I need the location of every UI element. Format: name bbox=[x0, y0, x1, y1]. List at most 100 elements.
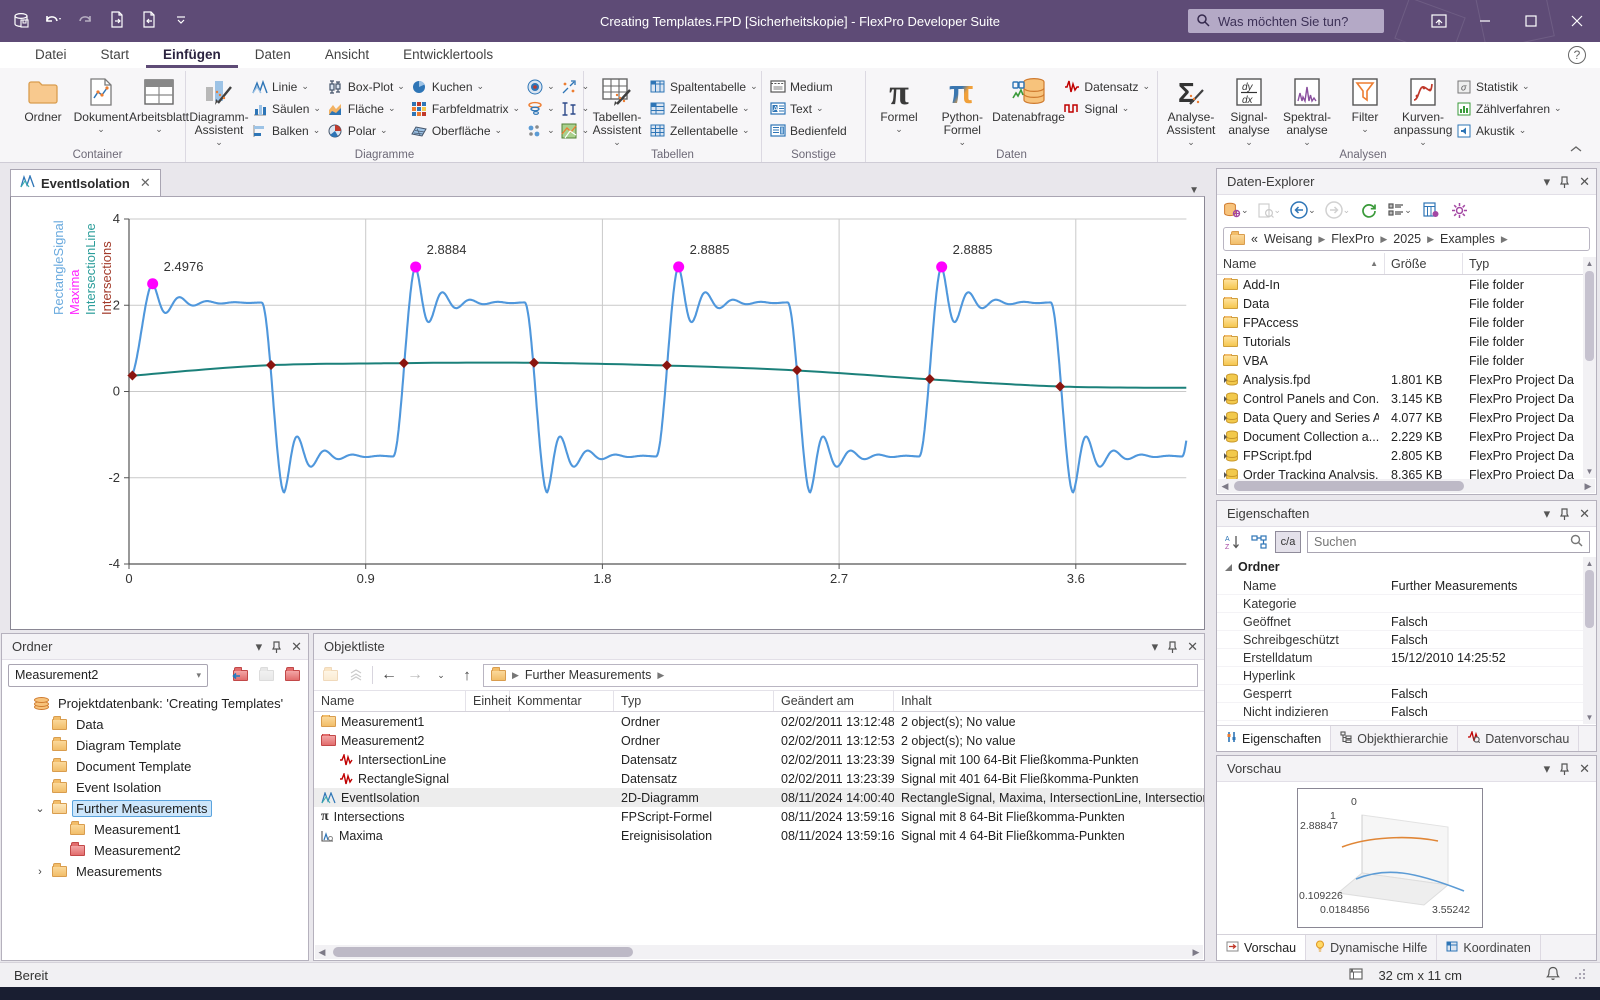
property-row[interactable]: Kategorie bbox=[1217, 595, 1583, 613]
property-row[interactable]: Gesperrt Falsch bbox=[1217, 685, 1583, 703]
expand-all-button[interactable] bbox=[346, 664, 366, 686]
property-row[interactable]: Geöffnet Falsch bbox=[1217, 613, 1583, 631]
tab-list-dropdown-icon[interactable]: ▼ bbox=[1189, 185, 1205, 196]
property-value[interactable]: 15/12/2010 14:25:52 bbox=[1391, 651, 1583, 665]
linie-button[interactable]: Linie ⌄ bbox=[248, 76, 324, 97]
flaeche-button[interactable]: Fläche ⌄ bbox=[324, 98, 408, 119]
property-search[interactable] bbox=[1307, 531, 1590, 553]
tab-datei[interactable]: Datei bbox=[18, 42, 84, 68]
panel-menu-icon[interactable]: ▾ bbox=[1544, 506, 1551, 522]
close-icon[interactable]: ✕ bbox=[1579, 761, 1590, 777]
resize-grip[interactable] bbox=[1574, 968, 1586, 983]
forward-button[interactable]: → bbox=[405, 664, 425, 686]
forward-circle-button[interactable]: ⌄ bbox=[1324, 199, 1350, 221]
tab-daten[interactable]: Daten bbox=[238, 42, 308, 68]
gear-icon[interactable] bbox=[1450, 199, 1470, 221]
tree-item[interactable]: Data bbox=[8, 714, 308, 735]
close-tab-icon[interactable]: ✕ bbox=[136, 175, 151, 191]
breadcrumb-item[interactable]: FlexPro bbox=[1331, 232, 1374, 246]
property-value[interactable]: Falsch bbox=[1391, 687, 1583, 701]
kurvenanpassung-button[interactable]: Kurven-anpassung ⌄ bbox=[1394, 73, 1452, 148]
pin-icon[interactable] bbox=[1560, 507, 1570, 520]
back-button[interactable]: ← bbox=[379, 664, 399, 686]
table-row[interactable]: π EventIsolation 2D-Diagramm 08/11/2024 … bbox=[314, 788, 1204, 807]
file-row[interactable]: Document Collection a... 2.229 KB FlexPr… bbox=[1217, 427, 1583, 446]
tree-item[interactable]: Event Isolation bbox=[8, 777, 308, 798]
dokument-button[interactable]: Dokument ⌄ bbox=[72, 73, 130, 135]
page-setup-icon[interactable] bbox=[1348, 967, 1364, 984]
tree-item[interactable]: Projektdatenbank: 'Creating Templates' bbox=[8, 693, 308, 714]
column-header[interactable]: Inhalt bbox=[894, 691, 1204, 711]
tabellen-assistent-button[interactable]: Tabellen-Assistent ⌄ bbox=[588, 73, 646, 148]
history-dropdown-icon[interactable]: ⌄ bbox=[431, 664, 451, 686]
column-header[interactable]: Geändert am bbox=[774, 691, 894, 711]
file-row[interactable]: Add-In File folder bbox=[1217, 275, 1583, 294]
refresh-button[interactable] bbox=[1359, 199, 1379, 221]
text-button[interactable]: A Text ⌄ bbox=[766, 98, 850, 119]
minimize-button[interactable] bbox=[1462, 0, 1508, 42]
property-value[interactable]: Falsch bbox=[1391, 633, 1583, 647]
next-folder-button[interactable] bbox=[256, 664, 276, 686]
ordner-button[interactable]: Ordner bbox=[14, 73, 72, 124]
undo-button[interactable] bbox=[42, 8, 64, 32]
view-mode-button[interactable]: ⌄ bbox=[1388, 199, 1412, 221]
panel-menu-icon[interactable]: ▾ bbox=[1544, 761, 1551, 777]
chart-document[interactable]: 0 0.9 1.8 2.7 3.6 -4 -2 0 2 4 RectangleSignal Maxim… bbox=[10, 196, 1205, 630]
new-folder-button[interactable] bbox=[282, 664, 302, 686]
up-button[interactable]: ↑ bbox=[457, 664, 477, 686]
kuchen-button[interactable]: Kuchen ⌄ bbox=[408, 76, 523, 97]
tree-item[interactable]: Measurement2 bbox=[8, 840, 308, 861]
tree-item[interactable]: › Measurements bbox=[8, 861, 308, 882]
panel-menu-icon[interactable]: ▾ bbox=[256, 639, 263, 655]
akustik-button[interactable]: Akustik ⌄ bbox=[1452, 120, 1565, 141]
diagramm-assistent-button[interactable]: Diagramm-Assistent ⌄ bbox=[189, 73, 249, 148]
tab-eigenschaften[interactable]: Eigenschaften bbox=[1217, 726, 1332, 751]
tab-koordinaten[interactable]: Koordinaten bbox=[1437, 935, 1541, 960]
property-row[interactable]: Nicht indizieren Falsch bbox=[1217, 703, 1583, 721]
property-row[interactable]: Name Further Measurements bbox=[1217, 577, 1583, 595]
arbeitsblatt-button[interactable]: Arbeitsblatt ⌄ bbox=[129, 73, 189, 135]
breadcrumb-item[interactable]: Weisang bbox=[1264, 232, 1312, 246]
property-group[interactable]: Ordner bbox=[1217, 557, 1583, 577]
close-icon[interactable]: ✕ bbox=[1187, 639, 1198, 655]
open-object-button[interactable] bbox=[320, 664, 340, 686]
tree-item[interactable]: ⌄ Further Measurements bbox=[8, 798, 308, 819]
notification-bell-icon[interactable] bbox=[1545, 966, 1561, 984]
document-tab-eventisolation[interactable]: EventIsolation ✕ bbox=[10, 169, 161, 196]
bedienfeld-button[interactable]: Bedienfeld bbox=[766, 120, 850, 141]
formel-button[interactable]: π Formel ⌄ bbox=[870, 73, 928, 135]
file-row[interactable]: Data Query and Series A... 4.077 KB Flex… bbox=[1217, 408, 1583, 427]
pin-icon[interactable] bbox=[272, 640, 282, 653]
back-circle-button[interactable]: ⌄ bbox=[1290, 199, 1316, 221]
table-row[interactable]: π RectangleSignal Datensatz 02/02/2011 1… bbox=[314, 769, 1204, 788]
search-input[interactable] bbox=[1218, 13, 1368, 29]
farbfeldmatrix-button[interactable]: Farbfeldmatrix ⌄ bbox=[408, 98, 523, 119]
scroll-left-icon[interactable]: ◀ bbox=[1218, 481, 1232, 492]
oberflaeche-button[interactable]: Oberfläche ⌄ bbox=[408, 120, 523, 141]
spektralanalyse-button[interactable]: Spektral-analyse ⌄ bbox=[1278, 73, 1336, 148]
tab-vorschau[interactable]: Vorschau bbox=[1217, 935, 1307, 960]
spaltentabelle-button[interactable]: Spaltentabelle ⌄ bbox=[646, 76, 761, 97]
tree-item[interactable]: Measurement1 bbox=[8, 819, 308, 840]
show-values-toggle[interactable]: c/a bbox=[1275, 531, 1301, 553]
file-row[interactable]: Analysis.fpd 1.801 KB FlexPro Project Da bbox=[1217, 370, 1583, 389]
sort-az-button[interactable]: AZ bbox=[1223, 531, 1243, 553]
preview-3d-chart[interactable]: 0 1 2.88847 0.109226 0.0184856 3.55242 bbox=[1297, 788, 1483, 928]
categorize-button[interactable] bbox=[1249, 531, 1269, 553]
table-row[interactable]: π Intersections FPScript-Formel 08/11/20… bbox=[314, 807, 1204, 826]
close-icon[interactable]: ✕ bbox=[1579, 506, 1590, 522]
property-search-input[interactable] bbox=[1314, 535, 1570, 549]
signalanalyse-button[interactable]: dy dx Signal-analyse ⌄ bbox=[1220, 73, 1278, 148]
objektliste-breadcrumb[interactable]: ▶ Further Measurements ▶ bbox=[483, 663, 1198, 687]
tree-item[interactable]: Diagram Template bbox=[8, 735, 308, 756]
check-in-icon[interactable] bbox=[106, 8, 128, 32]
dot-plot-button[interactable]: ⌄ bbox=[523, 120, 558, 141]
close-button[interactable] bbox=[1554, 0, 1600, 42]
explorer-breadcrumb[interactable]: « Weisang ▶ FlexPro ▶ 2025 ▶ Examples ▶ bbox=[1223, 227, 1590, 251]
statistik-button[interactable]: σ Statistik ⌄ bbox=[1452, 76, 1565, 97]
column-header[interactable]: Name ▲ bbox=[1217, 253, 1385, 274]
table-row[interactable]: π Measurement1 Ordner 02/02/2011 13:12:4… bbox=[314, 712, 1204, 731]
analyse-assistent-button[interactable]: Σ Analyse-Assistent ⌄ bbox=[1162, 73, 1220, 148]
check-out-icon[interactable] bbox=[138, 8, 160, 32]
zaehlverfahren-button[interactable]: Zählverfahren ⌄ bbox=[1452, 98, 1565, 119]
